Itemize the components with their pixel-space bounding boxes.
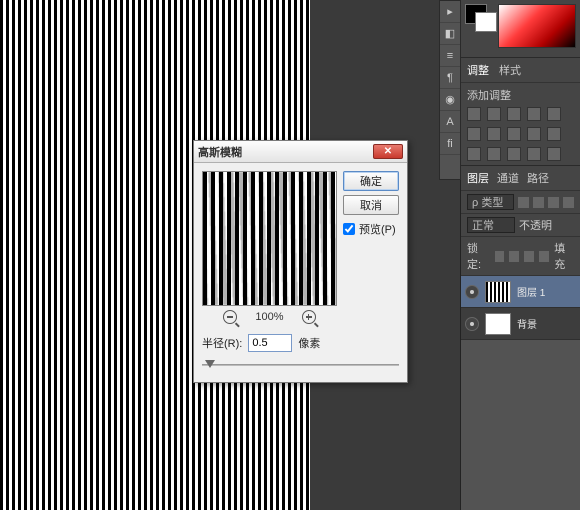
adj-threshold-icon[interactable] <box>507 147 521 161</box>
layers-tabs: 图层 通道 路径 <box>461 166 580 191</box>
layer-blend-row: 正常 不透明 <box>461 214 580 237</box>
filter-shape-icon[interactable] <box>563 197 574 208</box>
adjustments-panel: 添加调整 <box>461 83 580 166</box>
slider-track <box>202 364 399 366</box>
tab-layers[interactable]: 图层 <box>467 170 489 186</box>
dialog-titlebar[interactable]: 高斯模糊 ✕ <box>194 141 407 163</box>
layer-filter-row: ρ 类型 <box>461 191 580 214</box>
adj-selective-icon[interactable] <box>547 147 561 161</box>
tool-icon[interactable]: ◧ <box>440 23 460 45</box>
adj-levels-icon[interactable] <box>487 107 501 121</box>
layer-name[interactable]: 图层 1 <box>517 284 545 299</box>
tab-adjustments[interactable]: 调整 <box>467 62 489 78</box>
tool-icon[interactable]: A <box>440 111 460 133</box>
tool-icon[interactable]: ≡ <box>440 45 460 67</box>
tab-channels[interactable]: 通道 <box>497 170 519 186</box>
radius-unit: 像素 <box>298 335 320 351</box>
radius-slider[interactable] <box>202 358 399 372</box>
adj-invert-icon[interactable] <box>467 147 481 161</box>
gaussian-blur-dialog: 高斯模糊 ✕ 100% 确定 取消 预览(P) 半径(R): 像素 <box>193 140 408 383</box>
adj-channel-mixer-icon[interactable] <box>527 127 541 141</box>
layer-filter-kind[interactable]: ρ 类型 <box>467 194 514 210</box>
ok-button[interactable]: 确定 <box>343 171 399 191</box>
radius-input[interactable] <box>248 334 292 352</box>
tab-styles[interactable]: 样式 <box>499 62 521 78</box>
slider-thumb[interactable] <box>205 360 215 368</box>
tab-paths[interactable]: 路径 <box>527 170 549 186</box>
filter-adjust-icon[interactable] <box>533 197 544 208</box>
filter-pixel-icon[interactable] <box>518 197 529 208</box>
opacity-label: 不透明 <box>519 217 552 233</box>
preview-label: 预览(P) <box>359 221 396 237</box>
layer-row[interactable]: 图层 1 <box>461 276 580 308</box>
zoom-out-icon[interactable] <box>223 310 237 324</box>
add-adjustment-label: 添加调整 <box>467 90 511 102</box>
adjust-tabs: 调整 样式 <box>461 58 580 83</box>
layer-lock-row: 锁定: 填充 <box>461 237 580 276</box>
adj-posterize-icon[interactable] <box>487 147 501 161</box>
layer-list: 图层 1 背景 <box>461 276 580 340</box>
color-ramp[interactable] <box>498 4 576 48</box>
preview-checkbox-row[interactable]: 预览(P) <box>343 221 399 237</box>
layer-thumbnail[interactable] <box>485 281 511 303</box>
layer-name[interactable]: 背景 <box>517 316 537 331</box>
layer-thumbnail[interactable] <box>485 313 511 335</box>
lock-label: 锁定: <box>467 240 490 272</box>
lock-position-icon[interactable] <box>524 251 534 262</box>
tool-icon[interactable]: ◉ <box>440 89 460 111</box>
blur-preview[interactable] <box>202 171 337 306</box>
right-panel-dock: ▸ ◧ ≡ ¶ ◉ A fi 调整 样式 添加调整 <box>460 0 580 510</box>
radius-label: 半径(R): <box>202 335 242 351</box>
adj-photo-filter-icon[interactable] <box>507 127 521 141</box>
dialog-title: 高斯模糊 <box>198 144 242 160</box>
filter-type-icon[interactable] <box>548 197 559 208</box>
tool-icon[interactable]: fi <box>440 133 460 155</box>
lock-pixels-icon[interactable] <box>509 251 519 262</box>
layer-row[interactable]: 背景 <box>461 308 580 340</box>
blend-mode-select[interactable]: 正常 <box>467 217 515 233</box>
adj-lookup-icon[interactable] <box>547 127 561 141</box>
preview-checkbox[interactable] <box>343 223 355 235</box>
zoom-percent: 100% <box>255 311 283 323</box>
cancel-button[interactable]: 取消 <box>343 195 399 215</box>
adj-brightness-icon[interactable] <box>467 107 481 121</box>
visibility-eye-icon[interactable] <box>465 317 479 331</box>
dialog-close-button[interactable]: ✕ <box>373 144 403 159</box>
lock-transparent-icon[interactable] <box>495 251 505 262</box>
color-panel <box>461 0 580 58</box>
adj-exposure-icon[interactable] <box>527 107 541 121</box>
tool-icon[interactable]: ¶ <box>440 67 460 89</box>
visibility-eye-icon[interactable] <box>465 285 479 299</box>
fill-label: 填充 <box>554 240 574 272</box>
adj-bw-icon[interactable] <box>487 127 501 141</box>
tool-icon[interactable]: ▸ <box>440 1 460 23</box>
adj-vibrance-icon[interactable] <box>547 107 561 121</box>
lock-all-icon[interactable] <box>539 251 549 262</box>
adj-gradient-map-icon[interactable] <box>527 147 541 161</box>
adj-curves-icon[interactable] <box>507 107 521 121</box>
background-swatch[interactable] <box>475 12 497 32</box>
zoom-in-icon[interactable] <box>302 310 316 324</box>
collapsed-toolstrip: ▸ ◧ ≡ ¶ ◉ A fi <box>439 0 461 180</box>
adj-hue-icon[interactable] <box>467 127 481 141</box>
